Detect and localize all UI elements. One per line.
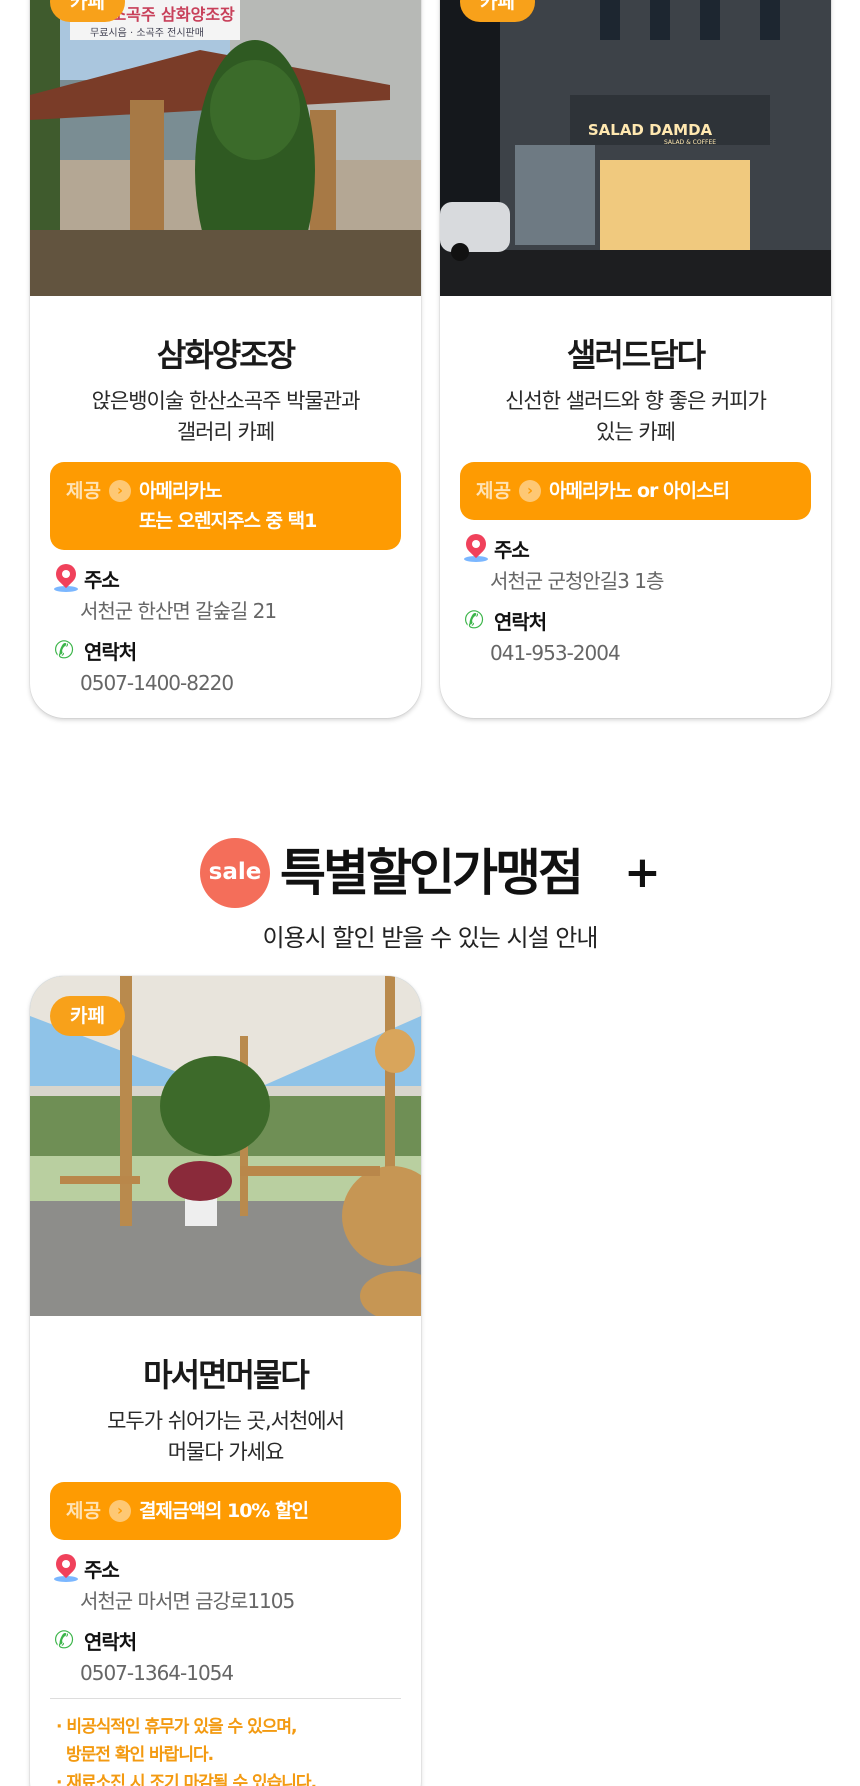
chevron-right-icon: › — [108, 1500, 131, 1522]
location-pin-icon — [51, 1549, 81, 1582]
store-description: 모두가 쉬어가는 곳,서천에서 머물다 가세요 — [107, 1409, 345, 1464]
offer-label: 제공 — [476, 480, 511, 502]
contact-label: 연락처 — [494, 609, 547, 634]
address-value: 서천군 마서면 금강로1105 — [80, 1589, 295, 1613]
sale-badge: sale — [200, 838, 270, 908]
contact-label: 연락처 — [84, 1629, 137, 1654]
location-pin-icon — [51, 559, 81, 592]
plus-icon: + — [624, 847, 661, 898]
divider — [50, 1698, 401, 1699]
contact-label: 연락처 — [84, 639, 137, 664]
notice-text: · 비공식적인 휴무가 있을 수 있으며, 방문전 확인 바랍니다. · 재료소… — [56, 1717, 317, 1786]
store-card-samhwa[interactable]: 한산소곡주 삼화양조장 무료시음 · 소곡주 전시판매 카페 삼화양조장 앉은뱅… — [30, 0, 421, 718]
section-title: 특별할인가맹점 — [280, 844, 584, 902]
svg-text:SALAD DAMDA: SALAD DAMDA — [588, 121, 713, 139]
store-photo: SALAD DAMDA SALAD & COFFEE 카페 — [440, 0, 831, 296]
address-label: 주소 — [494, 537, 530, 562]
category-tag: 카페 — [460, 0, 535, 22]
phone-icon: ✆ — [464, 606, 485, 634]
address-value: 서천군 한산면 갈숲길 21 — [80, 599, 277, 623]
offer-text: 아메리카노 or 아이스티 — [548, 480, 730, 502]
address-label: 주소 — [84, 567, 120, 592]
offer-text: 결제금액의 10% 할인 — [138, 1500, 309, 1522]
store-info: 주소 서천군 한산면 갈숲길 21 ✆ 연락처 0507-1400-8220 — [51, 559, 421, 700]
store-description: 신선한 샐러드와 향 좋은 커피가 있는 카페 — [505, 389, 767, 444]
svg-text:무료시음 · 소곡주 전시판매: 무료시음 · 소곡주 전시판매 — [90, 27, 204, 39]
offer-text: 아메리카노 또는 오렌지주스 중 택1 — [138, 480, 317, 532]
category-tag: 카페 — [50, 0, 125, 22]
address-label: 주소 — [84, 1557, 120, 1582]
category-tag: 카페 — [50, 996, 125, 1036]
location-pin-icon — [461, 529, 491, 562]
svg-text:SALAD & COFFEE: SALAD & COFFEE — [664, 139, 716, 146]
store-name: 삼화양조장 — [156, 336, 296, 374]
store-name: 마서면머물다 — [143, 1356, 310, 1394]
store-info: 주소 서천군 마서면 금강로1105 ✆ 연락처 0507-1364-1054 — [51, 1549, 421, 1690]
phone-icon: ✆ — [54, 636, 75, 664]
phone-number[interactable]: 0507-1400-8220 — [80, 666, 421, 700]
chevron-right-icon: › — [518, 480, 541, 502]
store-card-salad-damda[interactable]: SALAD DAMDA SALAD & COFFEE 카페 샐러드담다 신선한 … — [440, 0, 831, 718]
phone-icon: ✆ — [54, 1626, 75, 1654]
store-card-maseo-meomulda[interactable]: 카페 마서면머물다 모두가 쉬어가는 곳,서천에서 머물다 가세요 제공 › 결… — [30, 976, 421, 1786]
offer-banner: 제공 › 아메리카노 또는 오렌지주스 중 택1 — [50, 462, 401, 550]
store-name: 샐러드담다 — [566, 336, 706, 374]
offer-label: 제공 — [66, 480, 101, 502]
store-photo: 카페 — [30, 976, 421, 1316]
phone-number[interactable]: 041-953-2004 — [490, 636, 831, 670]
offer-banner: 제공 › 아메리카노 or 아이스티 — [460, 462, 811, 520]
section-subtitle: 이용시 할인 받을 수 있는 시설 안내 — [262, 924, 599, 952]
store-description: 앉은뱅이술 한산소곡주 박물관과 갤러리 카페 — [91, 389, 361, 444]
chevron-right-icon: › — [108, 480, 131, 502]
offer-banner: 제공 › 결제금액의 10% 할인 — [50, 1482, 401, 1540]
store-photo: 한산소곡주 삼화양조장 무료시음 · 소곡주 전시판매 카페 — [30, 0, 421, 296]
offer-label: 제공 — [66, 1500, 101, 1522]
address-value: 서천군 군청안길3 1층 — [490, 569, 664, 593]
store-info: 주소 서천군 군청안길3 1층 ✆ 연락처 041-953-2004 — [461, 529, 831, 670]
phone-number[interactable]: 0507-1364-1054 — [80, 1656, 421, 1690]
